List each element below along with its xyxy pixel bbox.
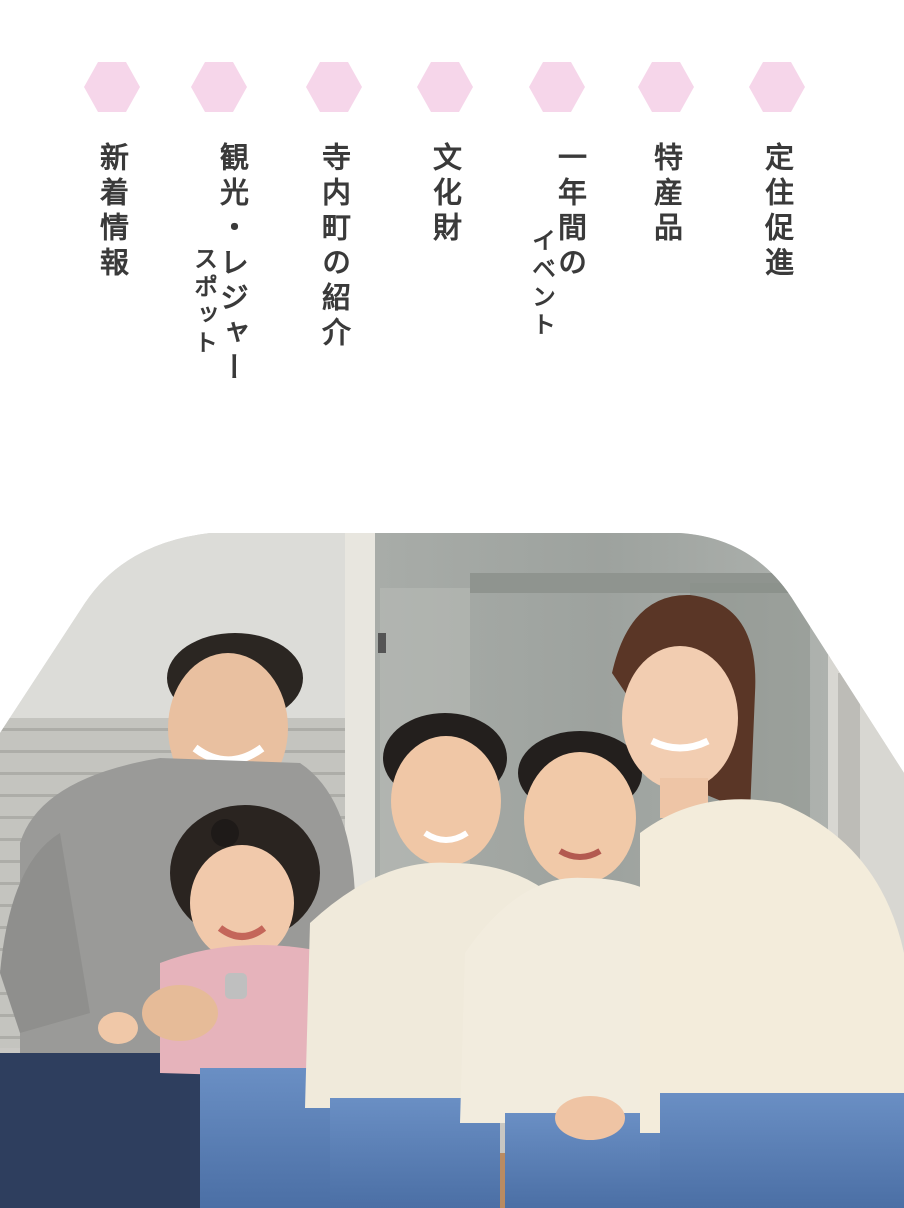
hexagon-icon bbox=[306, 62, 362, 112]
nav-label: 特産品 bbox=[649, 142, 684, 247]
nav-item-sightseeing-leisure[interactable]: 観光・レジャー スポット bbox=[189, 62, 250, 387]
nav-sublabel: イベント bbox=[527, 228, 556, 340]
nav-label: 一年間の bbox=[553, 142, 588, 282]
nav-sublabel: スポット bbox=[189, 246, 218, 358]
nav-label: 新着情報 bbox=[95, 142, 130, 282]
hexagon-icon bbox=[84, 62, 140, 112]
nav-label: 定住促進 bbox=[760, 142, 795, 282]
nav-item-annual-events[interactable]: 一年間の イベント bbox=[527, 62, 588, 340]
hexagon-icon bbox=[638, 62, 694, 112]
hexagon-icon bbox=[417, 62, 473, 112]
nav-item-settlement[interactable]: 定住促進 bbox=[747, 62, 807, 282]
hero-photo bbox=[0, 533, 904, 1208]
hexagon-icon bbox=[749, 62, 805, 112]
nav-item-specialty-products[interactable]: 特産品 bbox=[636, 62, 696, 247]
nav-item-cultural-properties[interactable]: 文化財 bbox=[415, 62, 475, 247]
nav-item-jinaimachi-intro[interactable]: 寺内町の紹介 bbox=[304, 62, 364, 352]
nav-label: 観光・レジャー bbox=[215, 142, 250, 387]
main-navigation: 定住促進 特産品 一年間の イベント 文化財 寺内町の紹介 観光・レジャー スポ… bbox=[0, 0, 904, 520]
hexagon-icon bbox=[529, 62, 585, 112]
nav-label: 寺内町の紹介 bbox=[317, 142, 352, 352]
nav-item-news[interactable]: 新着情報 bbox=[82, 62, 142, 282]
hexagon-icon bbox=[191, 62, 247, 112]
nav-label: 文化財 bbox=[428, 142, 463, 247]
family-photo bbox=[0, 533, 904, 1208]
